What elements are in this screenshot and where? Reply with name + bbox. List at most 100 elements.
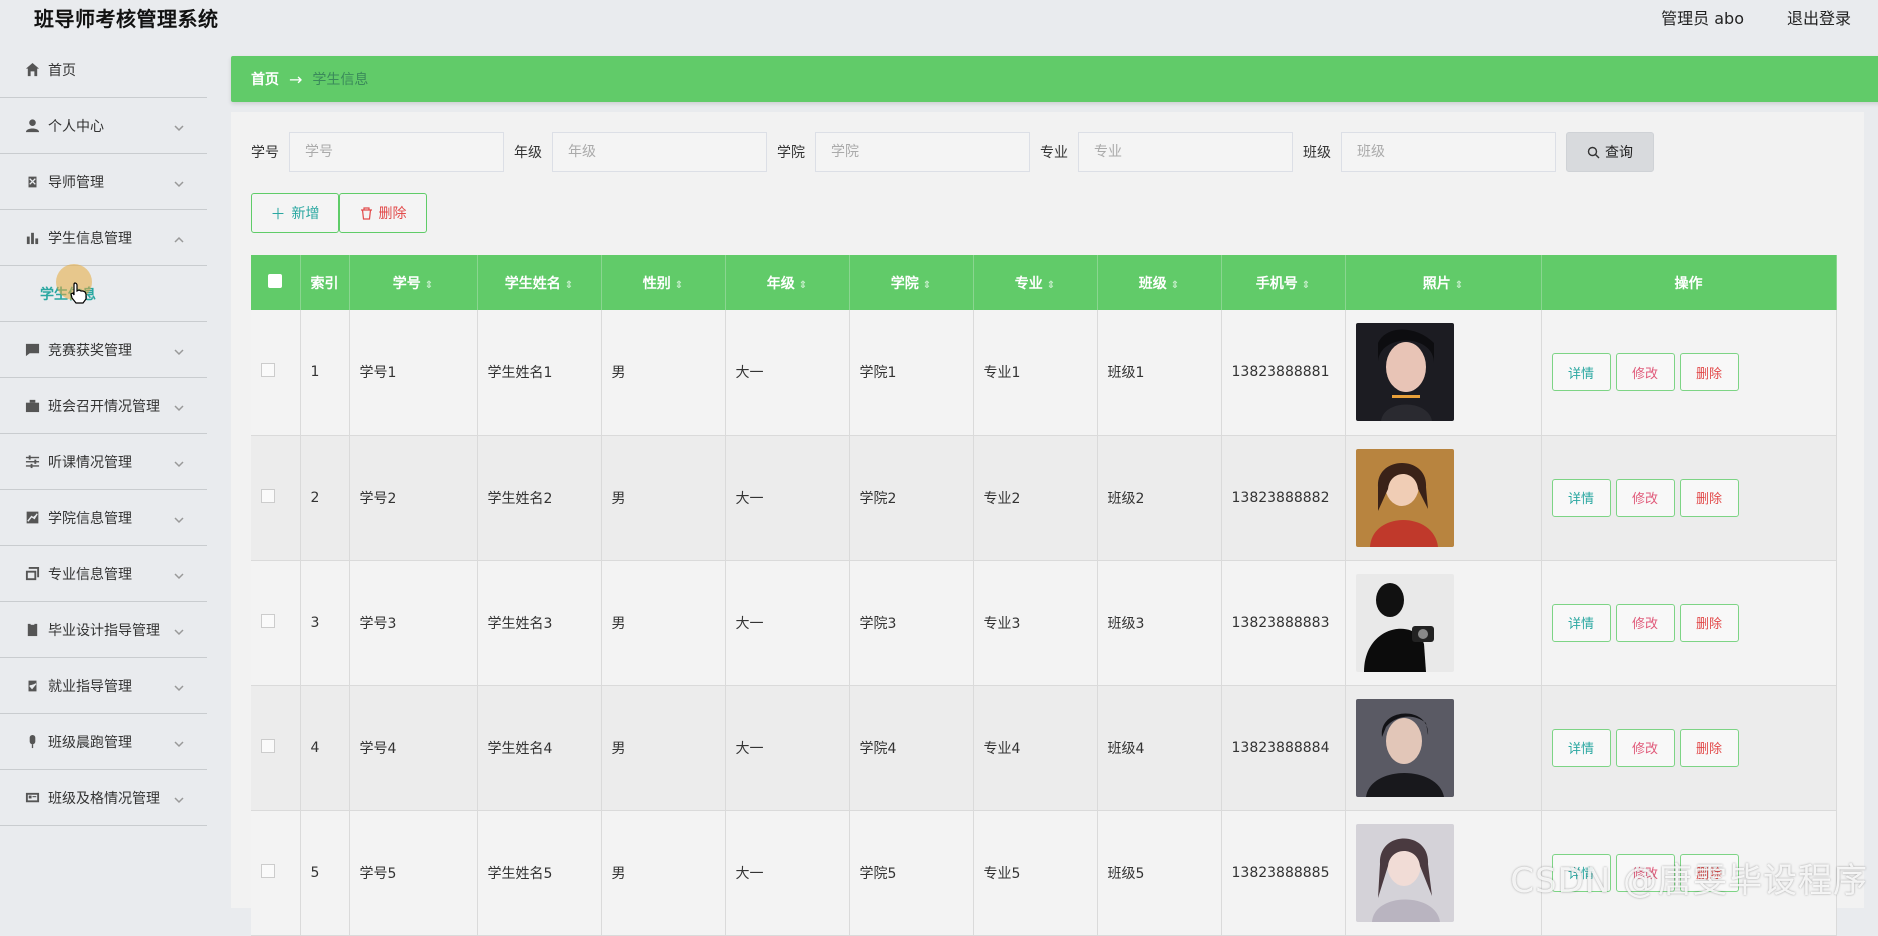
search-label-class: 班级: [1303, 145, 1331, 161]
row-select-cell[interactable]: [251, 685, 301, 811]
col-header[interactable]: 学生姓名 ⇕: [477, 255, 602, 310]
search-input-class[interactable]: [1341, 132, 1556, 172]
batch-delete-button[interactable]: 删除: [339, 193, 427, 233]
chevron-down-icon: [173, 511, 185, 524]
cell-photo: [1345, 435, 1542, 561]
col-header[interactable]: 年级 ⇕: [725, 255, 850, 310]
search-input-grade[interactable]: [552, 132, 767, 172]
sidebar-item-class-meetings[interactable]: 班会召开情况管理: [0, 378, 207, 434]
sidebar-item-tutors[interactable]: 导师管理: [0, 154, 207, 210]
cell-index: 2: [300, 435, 350, 561]
sort-icon[interactable]: ⇕: [1047, 280, 1055, 291]
chevron-down-icon: [173, 735, 185, 748]
sidebar-item-pass-rate[interactable]: 班级及格情况管理: [0, 770, 207, 826]
row-checkbox[interactable]: [261, 863, 275, 878]
chevron-down-icon: [173, 119, 185, 132]
search-input-major[interactable]: [1078, 132, 1293, 172]
row-checkbox[interactable]: [261, 488, 275, 503]
search-input-college[interactable]: [815, 132, 1030, 172]
sidebar-subitem-student-info[interactable]: 学生信息: [0, 266, 207, 322]
sort-icon[interactable]: ⇕: [1302, 280, 1310, 291]
sort-icon[interactable]: ⇕: [425, 280, 433, 291]
sidebar-item-label: 首页: [48, 62, 76, 79]
chevron-down-icon: [173, 455, 185, 468]
col-header[interactable]: 性别 ⇕: [601, 255, 726, 310]
sidebar-item-awards[interactable]: 竞赛获奖管理: [0, 322, 207, 378]
delete-button[interactable]: 删除: [1679, 603, 1739, 642]
cell-college: 学院5: [849, 810, 974, 936]
sidebar-item-students[interactable]: 学生信息管理: [0, 210, 207, 266]
delete-button[interactable]: 删除: [1679, 353, 1739, 392]
sidebar-item-colleges[interactable]: 学院信息管理: [0, 490, 207, 546]
sort-icon[interactable]: ⇕: [675, 280, 683, 291]
cell-name: 学生姓名5: [477, 810, 602, 936]
row-select-cell[interactable]: [251, 310, 301, 436]
edit-button[interactable]: 修改: [1615, 603, 1675, 642]
sort-icon[interactable]: ⇕: [1455, 280, 1463, 291]
query-button[interactable]: 查询: [1566, 132, 1654, 172]
logout-link[interactable]: 退出登录: [1787, 5, 1851, 29]
edit-button[interactable]: 修改: [1615, 728, 1675, 767]
cell-photo: [1345, 685, 1542, 811]
add-button[interactable]: ＋ 新增: [251, 193, 339, 233]
row-checkbox[interactable]: [261, 738, 275, 753]
col-header[interactable]: 学号 ⇕: [349, 255, 478, 310]
col-header[interactable]: 手机号 ⇕: [1221, 255, 1346, 310]
detail-button[interactable]: 详情: [1551, 728, 1611, 767]
cell-college: 学院4: [849, 685, 974, 811]
edit-button[interactable]: 修改: [1615, 478, 1675, 517]
detail-button[interactable]: 详情: [1551, 603, 1611, 642]
student-photo[interactable]: [1355, 573, 1454, 672]
chevron-down-icon: [173, 399, 185, 412]
table-row: 3 学号3 学生姓名3 男 大一 学院3 专业3 班级3 13823888883…: [251, 560, 1837, 686]
sidebar-item-lectures[interactable]: 听课情况管理: [0, 434, 207, 490]
sort-icon[interactable]: ⇕: [799, 280, 807, 291]
chevron-down-icon: [173, 623, 185, 636]
sort-icon[interactable]: ⇕: [923, 280, 931, 291]
cell-major: 专业2: [973, 435, 1098, 561]
detail-button[interactable]: 详情: [1551, 353, 1611, 392]
cell-index: 4: [300, 685, 350, 811]
detail-button[interactable]: 详情: [1551, 478, 1611, 517]
edit-button[interactable]: 修改: [1615, 353, 1675, 392]
cell-gender: 男: [601, 435, 726, 561]
student-photo[interactable]: [1355, 823, 1454, 922]
cell-name: 学生姓名3: [477, 560, 602, 686]
breadcrumb-home[interactable]: 首页: [251, 69, 279, 89]
cell-phone: 13823888882: [1221, 435, 1346, 561]
row-select-cell[interactable]: [251, 435, 301, 561]
sidebar-item-graduation-design[interactable]: 毕业设计指导管理: [0, 602, 207, 658]
student-photo[interactable]: [1355, 698, 1454, 797]
main-content: 学号 年级 学院 专业 班级 查询 ＋ 新增 删除: [231, 112, 1864, 936]
delete-button[interactable]: 删除: [1679, 728, 1739, 767]
select-all-cell[interactable]: [251, 255, 301, 310]
row-checkbox[interactable]: [261, 613, 275, 628]
search-input-id[interactable]: [289, 132, 504, 172]
sidebar-item-employment[interactable]: 就业指导管理: [0, 658, 207, 714]
sliders-icon: [24, 454, 40, 470]
row-select-cell[interactable]: [251, 810, 301, 936]
cell-index: 1: [300, 310, 350, 436]
sidebar-item-profile[interactable]: 个人中心: [0, 98, 207, 154]
trend-chart-icon: [24, 510, 40, 526]
sidebar-item-label: 学生信息管理: [48, 230, 132, 247]
sidebar-item-home[interactable]: 首页: [0, 42, 207, 98]
col-header[interactable]: 学院 ⇕: [849, 255, 974, 310]
sidebar-item-majors[interactable]: 专业信息管理: [0, 546, 207, 602]
col-header[interactable]: 专业 ⇕: [973, 255, 1098, 310]
student-photo[interactable]: [1355, 323, 1454, 422]
cell-gender: 男: [601, 310, 726, 436]
col-header[interactable]: 班级 ⇕: [1097, 255, 1222, 310]
cell-class: 班级3: [1097, 560, 1222, 686]
row-select-cell[interactable]: [251, 560, 301, 686]
sidebar-item-label: 专业信息管理: [48, 566, 132, 583]
student-photo[interactable]: [1355, 448, 1454, 547]
sort-icon[interactable]: ⇕: [565, 280, 573, 291]
select-all-checkbox[interactable]: [268, 273, 283, 288]
add-button-label: 新增: [291, 206, 320, 222]
row-checkbox[interactable]: [261, 363, 275, 378]
sidebar-item-morning-run[interactable]: 班级晨跑管理: [0, 714, 207, 770]
delete-button[interactable]: 删除: [1679, 478, 1739, 517]
sort-icon[interactable]: ⇕: [1171, 280, 1179, 291]
col-header[interactable]: 照片 ⇕: [1345, 255, 1542, 310]
